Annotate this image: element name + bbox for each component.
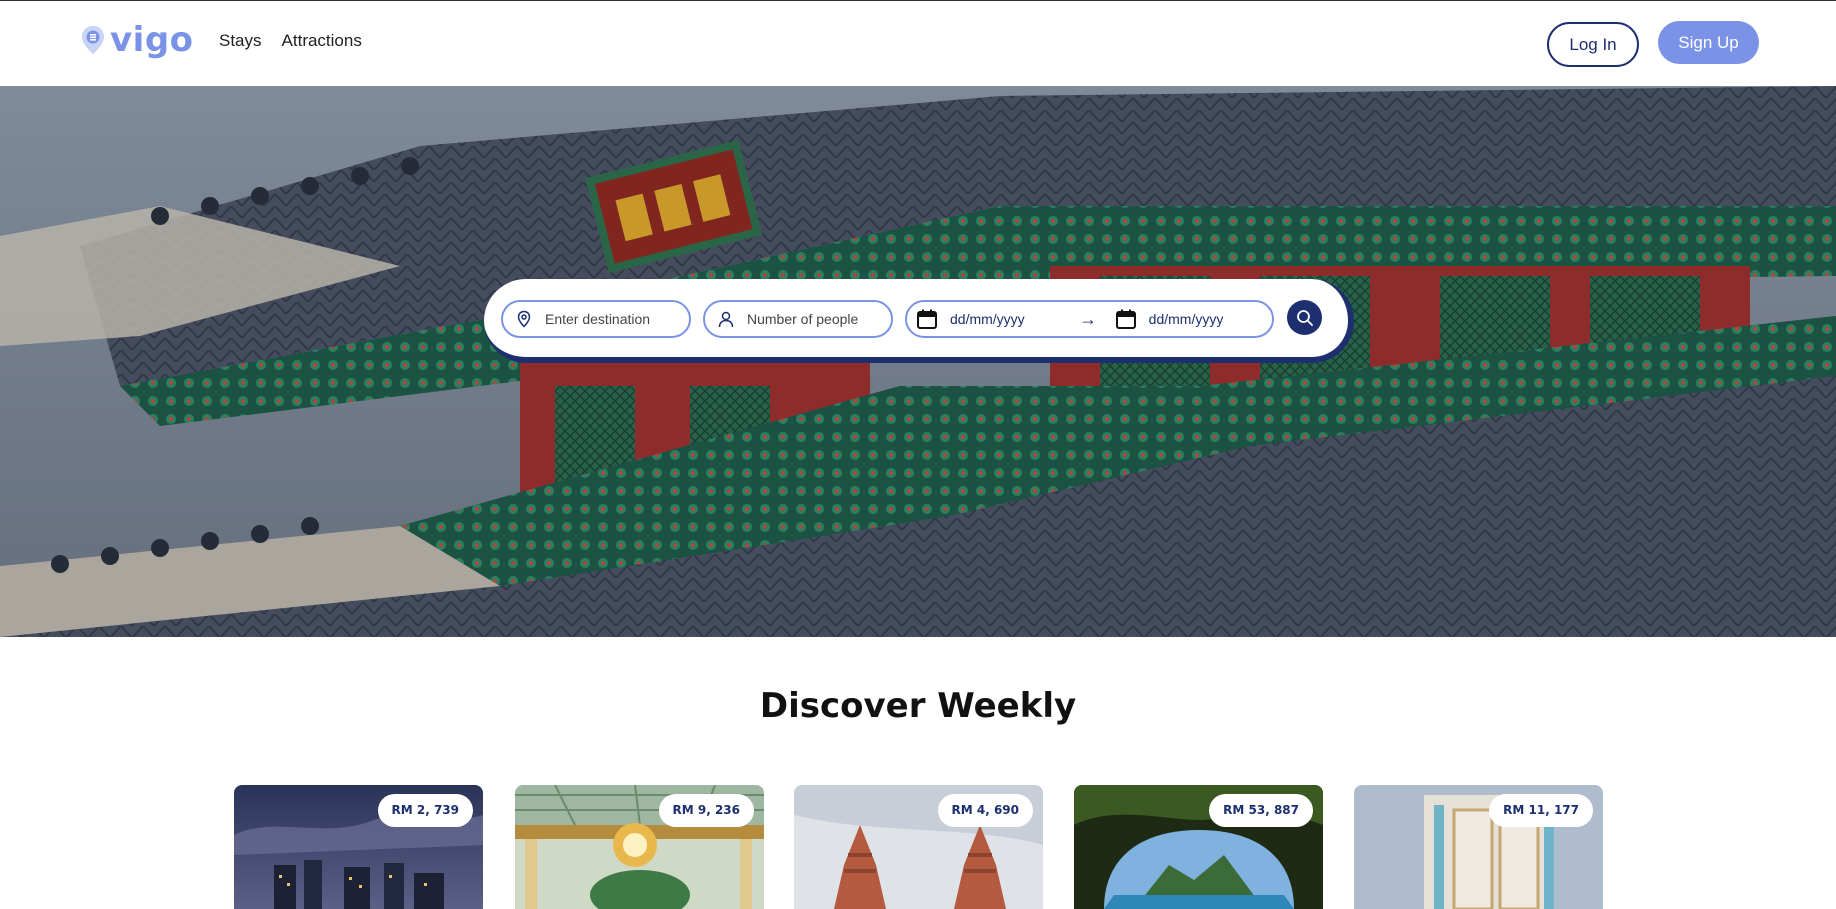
destination-field[interactable] <box>501 300 691 338</box>
date-range-field[interactable]: dd/mm/yyyy → dd/mm/yyyy <box>905 300 1274 338</box>
search-bar: dd/mm/yyyy → dd/mm/yyyy <box>484 279 1354 363</box>
calendar-icon <box>1115 309 1136 329</box>
nav-stays[interactable]: Stays <box>219 31 262 51</box>
calendar-icon <box>917 309 937 329</box>
price-badge: RM 53, 887 <box>1209 794 1313 827</box>
checkout-date-input[interactable]: dd/mm/yyyy <box>1149 311 1272 327</box>
price-badge: RM 2, 739 <box>377 794 473 827</box>
arrow-right-icon: → <box>1078 308 1097 329</box>
destination-card[interactable]: RM 2, 739 <box>234 785 483 909</box>
person-icon <box>718 311 734 328</box>
search-icon <box>1296 309 1313 326</box>
price-badge: RM 4, 690 <box>937 794 1033 827</box>
discover-weekly-title: Discover Weekly <box>759 686 1077 726</box>
location-pin-logo-icon <box>82 26 104 54</box>
people-field[interactable] <box>703 300 893 338</box>
search-button[interactable] <box>1287 300 1322 335</box>
destination-card[interactable]: RM 9, 236 <box>515 785 764 909</box>
brand-name: vigo <box>110 20 194 60</box>
location-pin-icon <box>517 310 531 328</box>
destination-card[interactable]: RM 53, 887 <box>1074 785 1323 909</box>
destination-card[interactable]: RM 4, 690 <box>794 785 1043 909</box>
checkin-date-input[interactable]: dd/mm/yyyy <box>950 311 1073 327</box>
main-nav: Stays Attractions <box>219 31 362 51</box>
login-button[interactable]: Log In <box>1547 22 1639 67</box>
people-input[interactable] <box>747 311 877 327</box>
destination-input[interactable] <box>545 311 675 327</box>
destination-card[interactable]: RM 11, 177 <box>1354 785 1603 909</box>
nav-attractions[interactable]: Attractions <box>282 31 362 51</box>
brand-logo[interactable]: vigo <box>80 23 194 57</box>
signup-button[interactable]: Sign Up <box>1658 21 1759 64</box>
price-badge: RM 11, 177 <box>1489 794 1593 827</box>
price-badge: RM 9, 236 <box>658 794 754 827</box>
top-navbar: vigo Stays Attractions Log In Sign Up <box>0 0 1836 86</box>
